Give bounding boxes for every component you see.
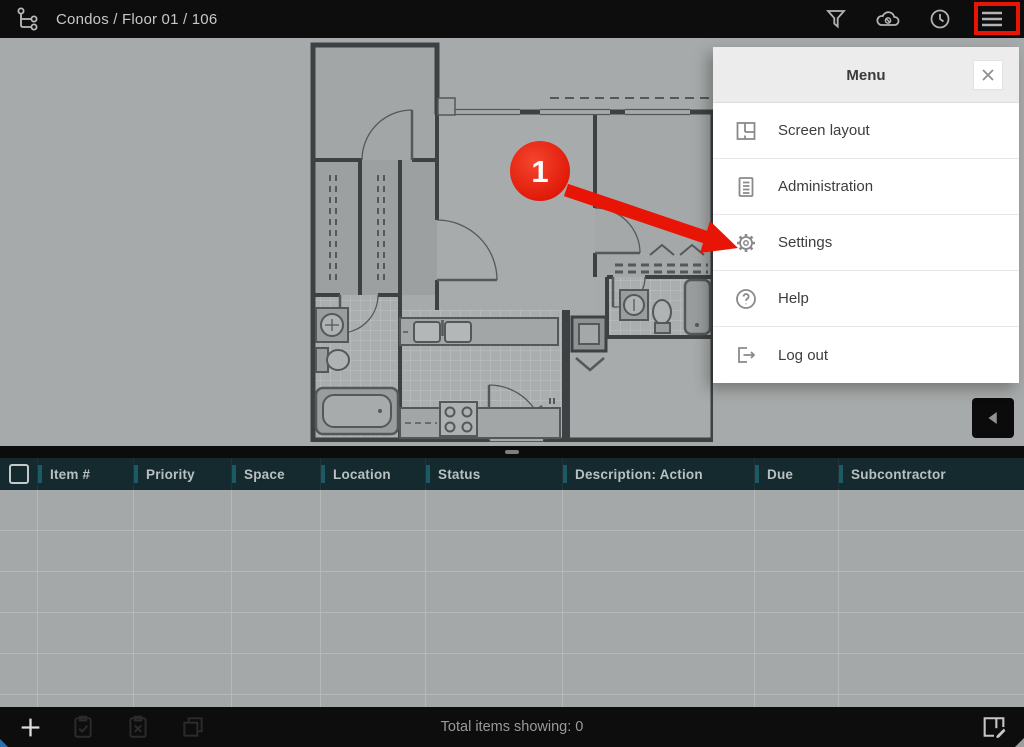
column-divider	[37, 490, 38, 707]
column-header-subcontractor[interactable]: Subcontractor	[838, 458, 1024, 490]
collapse-panel-button[interactable]	[972, 398, 1014, 438]
column-accent	[563, 465, 567, 483]
items-table-header: Item # Priority Space Location Status De…	[0, 458, 1024, 490]
top-bar: Condos / Floor 01 / 106	[0, 0, 1024, 38]
column-divider	[754, 490, 755, 707]
app-root: Condos / Floor 01 / 106	[0, 0, 1024, 747]
add-item-icon[interactable]	[8, 707, 52, 747]
clipboard-x-icon[interactable]	[116, 707, 160, 747]
menu-item-label: Settings	[778, 234, 832, 251]
menu-item-help[interactable]: Help	[713, 271, 1019, 327]
logout-icon	[734, 343, 758, 367]
column-accent	[321, 465, 325, 483]
column-header-due[interactable]: Due	[754, 458, 838, 490]
menu-item-administration[interactable]: Administration	[713, 159, 1019, 215]
menu-item-screen-layout[interactable]: Screen layout	[713, 103, 1019, 159]
menu-panel: Menu Screen layout Administration	[713, 47, 1019, 383]
column-divider	[320, 490, 321, 707]
column-header-location[interactable]: Location	[320, 458, 425, 490]
help-icon	[734, 287, 758, 311]
column-header-description[interactable]: Description: Action	[562, 458, 754, 490]
history-icon[interactable]	[914, 0, 966, 38]
screen-layout-icon	[734, 119, 758, 143]
administration-icon	[734, 175, 758, 199]
column-accent	[232, 465, 236, 483]
table-edit-icon[interactable]	[972, 707, 1016, 747]
floor-plan[interactable]	[300, 40, 713, 442]
column-header-status[interactable]: Status	[425, 458, 562, 490]
copy-icon[interactable]	[171, 707, 215, 747]
menu-item-settings[interactable]: Settings	[713, 215, 1019, 271]
plan-windows	[455, 98, 711, 115]
column-divider	[231, 490, 232, 707]
menu-icon[interactable]	[966, 0, 1018, 38]
select-all-checkbox[interactable]	[9, 464, 29, 484]
hierarchy-icon[interactable]	[0, 0, 56, 38]
menu-item-label: Help	[778, 290, 809, 307]
column-divider	[838, 490, 839, 707]
bottom-bar: Total items showing: 0	[0, 707, 1024, 747]
menu-item-label: Administration	[778, 178, 873, 195]
clipboard-check-icon[interactable]	[61, 707, 105, 747]
column-divider	[133, 490, 134, 707]
menu-item-label: Log out	[778, 347, 828, 364]
select-all-cell	[0, 458, 37, 490]
menu-item-label: Screen layout	[778, 122, 870, 139]
close-icon[interactable]	[973, 60, 1003, 90]
corner-indicator-blue	[0, 739, 8, 747]
back-triangle-icon	[984, 409, 1002, 427]
panel-splitter	[0, 446, 1024, 458]
column-accent	[38, 465, 42, 483]
column-header-item[interactable]: Item #	[37, 458, 133, 490]
column-header-space[interactable]: Space	[231, 458, 320, 490]
splitter-drag-handle[interactable]	[505, 450, 519, 454]
plan-rooms	[313, 45, 713, 440]
settings-gear-icon	[734, 231, 758, 255]
menu-header: Menu	[713, 47, 1019, 103]
column-divider	[425, 490, 426, 707]
filter-icon[interactable]	[810, 0, 862, 38]
column-header-priority[interactable]: Priority	[133, 458, 231, 490]
cloud-sync-icon[interactable]	[862, 0, 914, 38]
column-divider	[562, 490, 563, 707]
column-accent	[134, 465, 138, 483]
menu-item-log-out[interactable]: Log out	[713, 327, 1019, 383]
items-table-body	[0, 490, 1024, 707]
top-bar-actions	[810, 0, 1018, 38]
column-accent	[839, 465, 843, 483]
corner-resize-handle[interactable]	[1015, 738, 1024, 747]
column-accent	[755, 465, 759, 483]
breadcrumb[interactable]: Condos / Floor 01 / 106	[56, 11, 217, 28]
column-accent	[426, 465, 430, 483]
